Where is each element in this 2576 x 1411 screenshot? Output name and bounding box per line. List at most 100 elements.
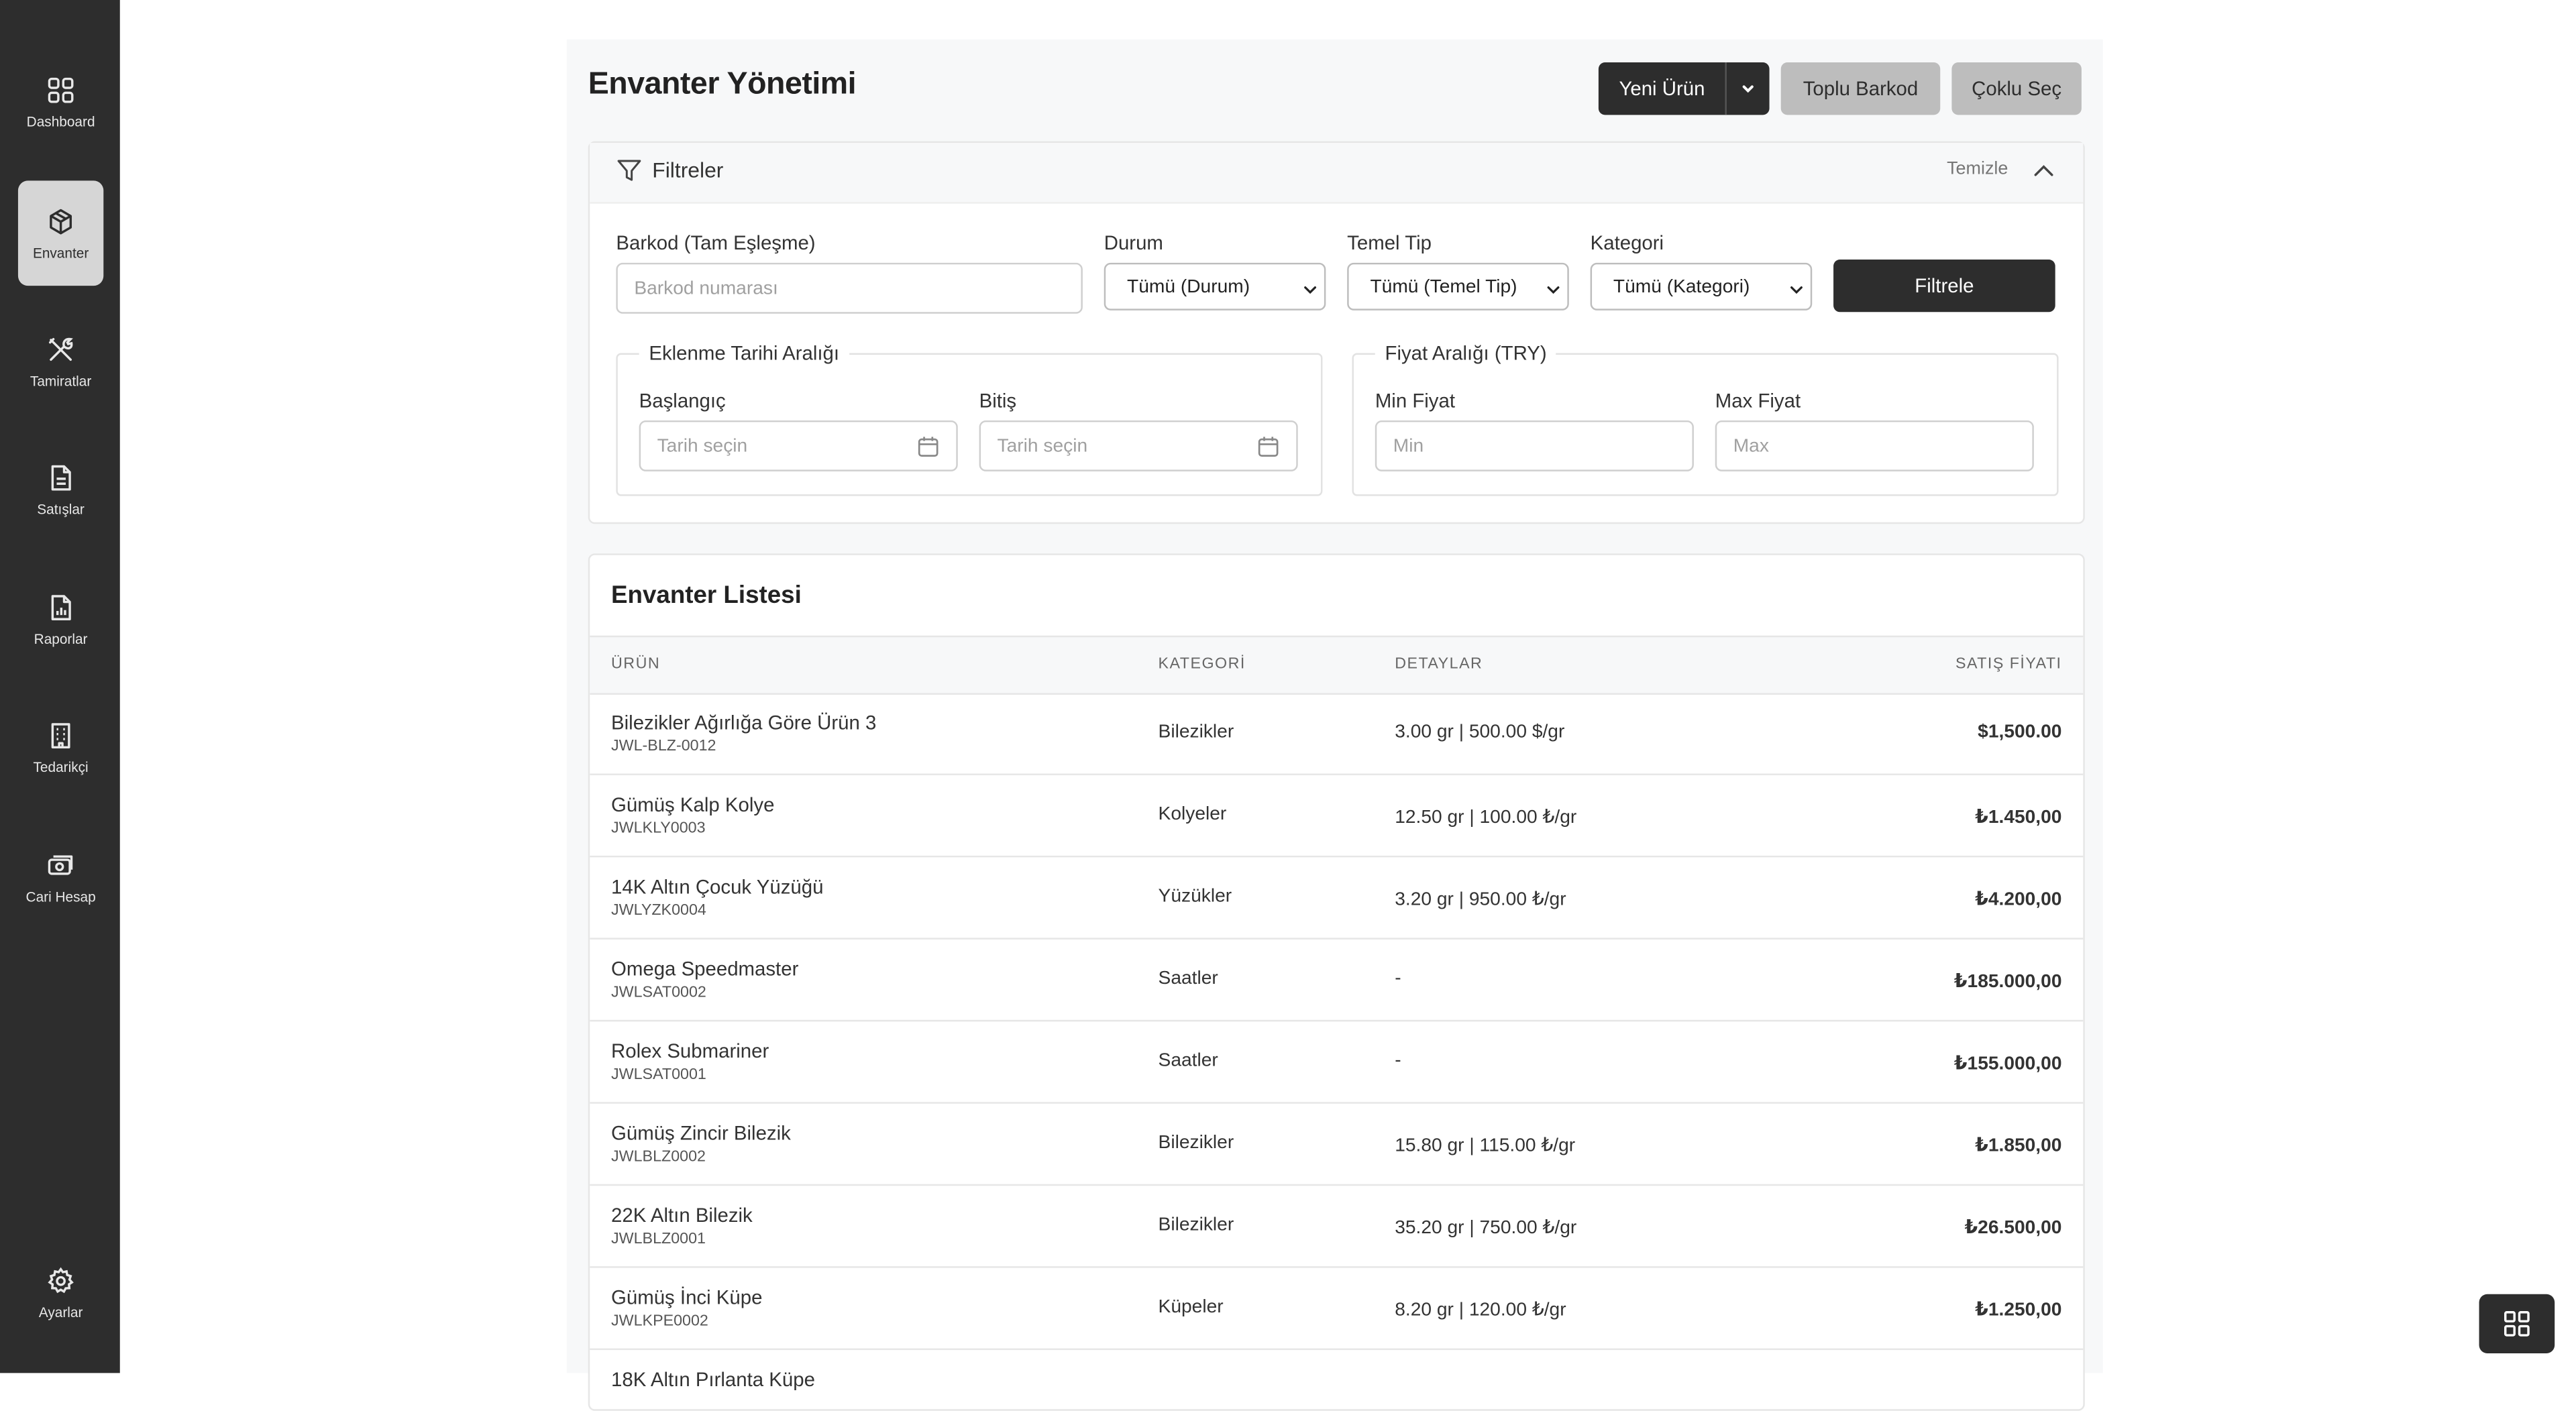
table-row[interactable]: 18K Altın Pırlanta Küpe [590, 1350, 2083, 1409]
product-details: 15.80 gr | 115.00 ₺/gr [1395, 1136, 1576, 1157]
base-type-select[interactable]: Tümü (Temel Tip) [1347, 262, 1569, 311]
max-price-input[interactable] [1715, 420, 2034, 471]
table-row[interactable]: Bilezikler Ağırlığa Göre Ürün 3 JWL-BLZ-… [590, 693, 2084, 775]
category-select-value: Tümü (Kategori) [1613, 276, 1750, 297]
clear-filters-button[interactable]: Temizle [1947, 160, 2008, 179]
product-details: - [1395, 968, 1401, 989]
sidebar-item-label: Dashboard [26, 112, 95, 129]
product-details: 12.50 gr | 100.00 ₺/gr [1395, 807, 1577, 828]
date-range-legend: Eklenme Tarihi Aralığı [639, 341, 849, 365]
chevron-up-icon[interactable] [2032, 160, 2055, 182]
filter-header[interactable]: Filtreler Temizle [590, 143, 2084, 204]
column-header-price[interactable]: SATIŞ FİYATI [1955, 655, 2062, 673]
product-category: Saatler [1158, 1051, 1218, 1071]
product-category: Saatler [1158, 968, 1218, 989]
start-date-placeholder: Tarih seçin [657, 436, 748, 456]
category-label: Kategori [1590, 231, 1664, 255]
sidebar-item-envanter[interactable]: Envanter [17, 180, 104, 286]
product-category: Bilezikler [1158, 1215, 1234, 1235]
sidebar-item-cari-hesap[interactable]: Cari Hesap [18, 824, 103, 929]
table-row[interactable]: Gümüş Kalp Kolye JWLKLY0003 Kolyeler 12.… [590, 775, 2084, 858]
table-row[interactable]: Omega Speedmaster JWLSAT0002 Saatler - ₺… [590, 940, 2084, 1022]
status-select-value: Tümü (Durum) [1127, 276, 1250, 297]
new-product-button[interactable]: Yeni Ürün [1599, 62, 1725, 115]
inventory-list-title: Envanter Listesi [611, 581, 802, 610]
table-row[interactable]: Gümüş İnci Küpe JWLKPE0002 Küpeler 8.20 … [590, 1268, 2084, 1351]
product-code: JWLBLZ0002 [611, 1147, 706, 1166]
table-row[interactable]: 14K Altın Çocuk Yüzüğü JWLYZK0004 Yüzükl… [590, 857, 2084, 940]
table-row[interactable]: Gümüş Zincir Bilezik JWLBLZ0002 Bilezikl… [590, 1104, 2084, 1186]
base-type-label: Temel Tip [1347, 231, 1432, 255]
product-price: ₺26.500,00 [1964, 1219, 2062, 1239]
multi-select-button[interactable]: Çoklu Seç [1951, 62, 2082, 115]
column-header-details[interactable]: DETAYLAR [1395, 655, 1483, 673]
table-row[interactable]: 22K Altın Bilezik JWLBLZ0001 Bilezikler … [590, 1186, 2084, 1268]
chevron-down-icon [1547, 286, 1560, 294]
grid-icon [2504, 1311, 2530, 1337]
floating-menu-button[interactable] [2479, 1294, 2555, 1353]
product-code: JWLSAT0002 [611, 983, 706, 1002]
sidebar-item-label: Satışlar [37, 500, 85, 517]
product-code: JWLKLY0003 [611, 820, 706, 838]
column-header-category[interactable]: KATEGORİ [1159, 655, 1246, 673]
product-category: Kolyeler [1158, 805, 1227, 825]
product-details: 3.00 gr | 500.00 $/gr [1395, 722, 1565, 742]
product-price: ₺1.250,00 [1975, 1300, 2062, 1320]
sidebar-item-tedarikci[interactable]: Tedarikçi [18, 695, 103, 800]
product-details: 8.20 gr | 120.00 ₺/gr [1395, 1300, 1566, 1320]
calendar-icon [918, 437, 938, 457]
calendar-icon [1258, 437, 1279, 457]
product-details: - [1395, 1051, 1401, 1071]
product-details: 35.20 gr | 750.00 ₺/gr [1395, 1219, 1577, 1239]
product-price: ₺155.000,00 [1953, 1054, 2062, 1074]
end-date-input[interactable]: Tarih seçin [979, 420, 1298, 471]
product-details: 3.20 gr | 950.00 ₺/gr [1395, 890, 1566, 910]
base-type-select-value: Tümü (Temel Tip) [1370, 276, 1517, 297]
product-name: 22K Altın Bilezik [611, 1204, 753, 1227]
sidebar-item-raporlar[interactable]: Raporlar [18, 567, 103, 672]
table-body: Bilezikler Ağırlığa Göre Ürün 3 JWL-BLZ-… [590, 693, 2084, 1409]
sidebar-item-dashboard[interactable]: Dashboard [18, 49, 103, 154]
report-icon [51, 594, 71, 620]
gear-icon [48, 1266, 74, 1293]
product-price: ₺1.450,00 [1975, 807, 2062, 828]
category-select[interactable]: Tümü (Kategori) [1590, 262, 1813, 311]
min-price-input[interactable] [1375, 420, 1694, 471]
sidebar-item-ayarlar[interactable]: Ayarlar [18, 1240, 103, 1345]
building-icon [51, 722, 70, 748]
product-name: 18K Altın Pırlanta Küpe [611, 1368, 815, 1392]
document-icon [51, 464, 71, 490]
product-code: JWLKPE0002 [611, 1312, 708, 1331]
page-title: Envanter Yönetimi [588, 67, 857, 102]
product-name: Rolex Submariner [611, 1039, 769, 1063]
barcode-label: Barkod (Tam Eşleşme) [616, 231, 816, 255]
filter-title: Filtreler [652, 158, 724, 182]
barcode-input[interactable] [616, 262, 1083, 314]
status-label: Durum [1104, 231, 1163, 255]
product-name: Gümüş İnci Küpe [611, 1286, 763, 1309]
product-category: Yüzükler [1158, 887, 1232, 907]
sidebar-item-tamiratlar[interactable]: Tamiratlar [18, 308, 103, 414]
new-product-button-group: Yeni Ürün [1598, 62, 1770, 115]
column-header-product[interactable]: ÜRÜN [611, 655, 660, 673]
product-name: Gümüş Zincir Bilezik [611, 1121, 791, 1145]
product-category: Bilezikler [1158, 1133, 1234, 1153]
product-price: ₺185.000,00 [1953, 972, 2062, 993]
sidebar: Dashboard Envanter Tamiratlar Satışlar R… [0, 0, 120, 1373]
product-name: Bilezikler Ağırlığa Göre Ürün 3 [611, 711, 877, 734]
filter-button[interactable]: Filtrele [1833, 259, 2055, 313]
sidebar-item-label: Cari Hesap [25, 887, 96, 905]
end-date-placeholder: Tarih seçin [997, 436, 1088, 456]
start-date-input[interactable]: Tarih seçin [639, 420, 958, 471]
table-row[interactable]: Rolex Submariner JWLSAT0001 Saatler - ₺1… [590, 1021, 2084, 1104]
bulk-barcode-button[interactable]: Toplu Barkod [1780, 62, 1941, 115]
filter-icon [617, 160, 641, 181]
sidebar-item-satislar[interactable]: Satışlar [18, 437, 103, 542]
status-select[interactable]: Tümü (Durum) [1104, 262, 1326, 311]
max-price-label: Max Fiyat [1715, 389, 1801, 412]
tools-icon [48, 337, 73, 360]
product-name: Omega Speedmaster [611, 957, 799, 981]
new-product-dropdown-button[interactable] [1725, 62, 1770, 115]
sidebar-item-label: Tamiratlar [30, 372, 92, 389]
chevron-down-icon [1742, 85, 1754, 93]
